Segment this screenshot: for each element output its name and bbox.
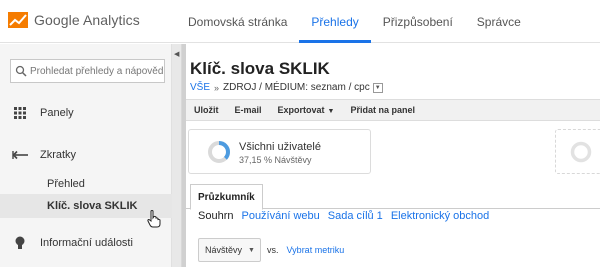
analytics-logo-icon [8,12,28,28]
grid-icon [0,107,40,119]
logo[interactable]: Google Analytics [8,9,140,31]
metric-selected: Návštěvy [205,245,243,255]
sidebar-item-shortcuts[interactable]: Zkratky [0,141,172,169]
search-input[interactable] [30,65,164,77]
hand-cursor-icon [147,210,161,228]
save-button[interactable]: Uložit [194,105,219,115]
subtab-summary[interactable]: Souhrn [198,210,233,222]
breadcrumb-all-link[interactable]: VŠE [190,82,210,93]
main-nav: Domovská stránka Přehledy Přizpůsobení S… [176,0,533,43]
subtab-goal-set-1[interactable]: Sada cílů 1 [328,210,383,222]
sidebar-collapse-button[interactable]: ◀ [172,44,182,267]
lightbulb-icon [0,236,40,250]
versus-label: vs. [267,245,279,255]
metric-row: Návštěvy ▼ vs. Vybrat metriku [198,238,344,262]
sidebar: Panely Zkratky Přehled Klíč. slova SKLIK… [0,44,172,267]
page-title: Klíč. slova SKLIK [190,59,330,78]
nav-home[interactable]: Domovská stránka [176,0,299,43]
subtab-site-usage[interactable]: Používání webu [241,210,319,222]
email-button[interactable]: E-mail [235,105,262,115]
report-toolbar: Uložit E-mail Exportovat ▼ Přidat na pane… [186,99,600,121]
empty-donut-icon [570,141,592,163]
export-button[interactable]: Exportovat ▼ [278,105,335,115]
breadcrumb-separator: » [214,82,220,93]
explorer-subtabs: Souhrn Používání webu Sada cílů 1 Elektr… [198,210,497,222]
select-metric-link[interactable]: Vybrat metriku [287,245,345,255]
nav-customization[interactable]: Přizpůsobení [371,0,465,43]
chevron-down-icon[interactable]: ▼ [372,82,383,93]
segment-card[interactable]: Všichni uživatelé 37,15 % Návštěvy [188,129,371,174]
sidebar-item-label: Panely [40,107,74,119]
caret-down-icon: ▼ [248,246,255,254]
segment-donut-icon [208,141,230,163]
shortcut-arrow-icon [0,150,40,160]
segment-name: Všichni uživatelé [239,141,321,153]
sidebar-item-label: Informační události [40,237,133,249]
sidebar-subitem-overview[interactable]: Přehled [0,172,172,196]
nav-admin[interactable]: Správce [465,0,533,43]
tab-bar: Průzkumník [186,184,600,210]
brand-name: Google Analytics [34,12,140,28]
sidebar-item-dashboards[interactable]: Panely [0,99,172,127]
subtab-ecommerce[interactable]: Elektronický obchod [391,210,489,222]
breadcrumb-filter: ZDROJ / MÉDIUM: seznam / cpc [223,82,370,93]
export-label: Exportovat [277,105,325,115]
sidebar-item-label: Zkratky [40,149,77,161]
add-to-dashboard-button[interactable]: Přidat na panel [350,105,415,115]
caret-down-icon: ▼ [327,108,335,115]
nav-reports[interactable]: Přehledy [299,0,371,43]
chevron-left-icon: ◀ [174,51,180,58]
tab-explorer[interactable]: Průzkumník [190,184,263,210]
add-segment-card[interactable] [555,129,600,174]
report-area: Klíč. slova SKLIK VŠE » ZDROJ / MÉDIUM: … [186,44,600,267]
search-box[interactable] [10,59,165,83]
sidebar-item-intelligence-events[interactable]: Informační události [0,229,172,257]
search-icon [15,65,27,77]
top-bar: Google Analytics Domovská stránka Přehle… [0,0,600,43]
metric-dropdown[interactable]: Návštěvy ▼ [198,238,261,262]
segment-percentage: 37,15 % Návštěvy [239,155,312,165]
breadcrumb: VŠE » ZDROJ / MÉDIUM: seznam / cpc ▼ [190,82,383,93]
